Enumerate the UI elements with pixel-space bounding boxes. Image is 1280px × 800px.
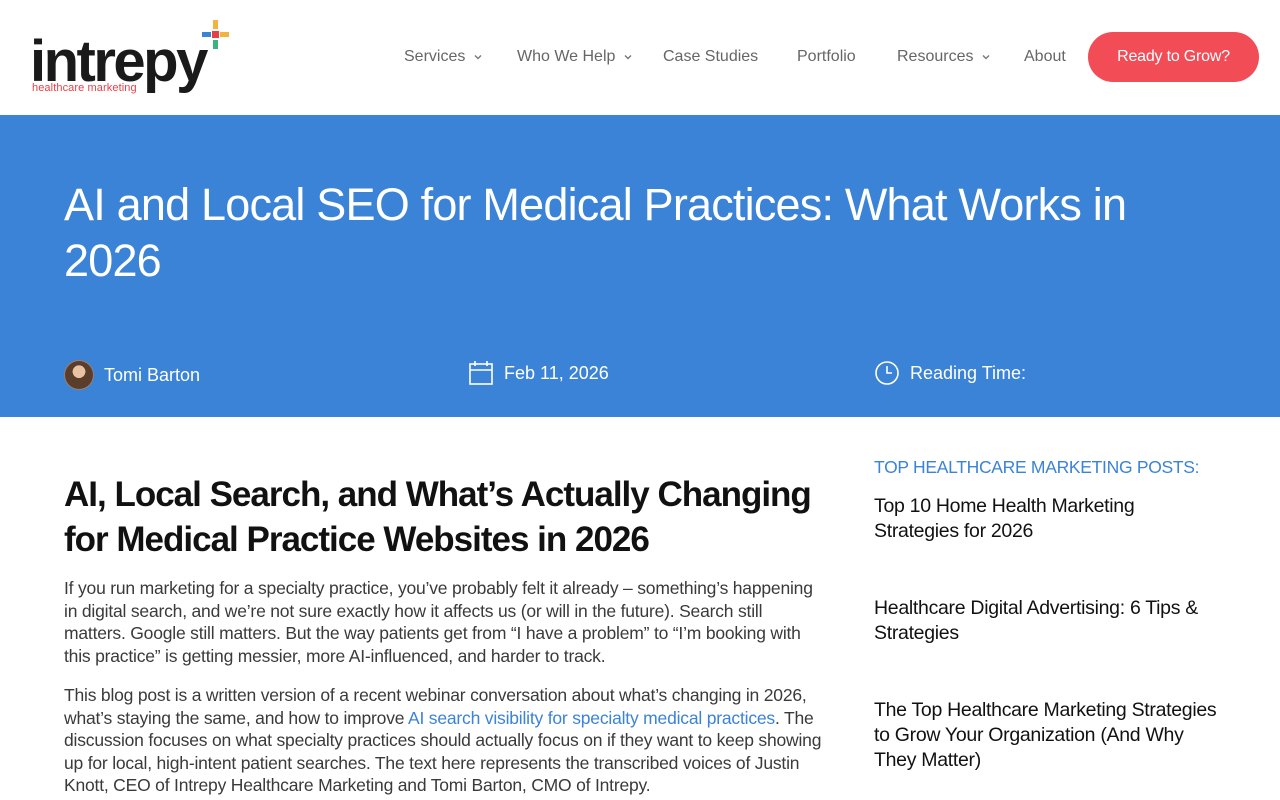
chevron-down-icon (624, 55, 632, 60)
calendar-icon (469, 361, 493, 385)
intrepy-logo[interactable]: intrepy healthcare marketing (30, 18, 240, 98)
nav-resources-label: Resources (897, 48, 974, 65)
page-title: AI and Local SEO for Medical Practices: … (64, 179, 1127, 286)
nav-who-we-help-label: Who We Help (517, 48, 616, 65)
nav-resources[interactable]: Resources (897, 47, 991, 67)
sidebar-post-link[interactable]: Top 10 Home Health Marketing Strategies … (874, 494, 1219, 544)
nav-about-label: About (1024, 48, 1066, 65)
reading-time-label: Reading Time: (910, 362, 1027, 383)
site-header: intrepy healthcare marketing Services Wh… (0, 0, 1280, 115)
nav-case-studies-label: Case Studies (663, 48, 759, 65)
author-name: Tomi Barton (104, 364, 201, 385)
nav-services-label: Services (404, 48, 466, 65)
article-paragraph-1: If you run marketing for a specialty pra… (64, 578, 813, 666)
nav-portfolio-label: Portfolio (797, 48, 856, 65)
hero-banner: AI and Local SEO for Medical Practices: … (0, 115, 1280, 417)
sidebar-heading: TOP HEALTHCARE MARKETING POSTS: (874, 457, 1200, 477)
nav-services[interactable]: Services (404, 47, 483, 67)
reading-time-meta: Reading Time: (874, 360, 1026, 386)
clock-icon (875, 361, 899, 385)
chevron-down-icon (982, 55, 990, 60)
article-heading: AI, Local Search, and What’s Actually Ch… (64, 475, 812, 559)
author-avatar (64, 360, 94, 390)
nav-who-we-help[interactable]: Who We Help (517, 47, 633, 67)
nav-portfolio[interactable]: Portfolio (797, 47, 856, 67)
logo-tagline: healthcare marketing (32, 82, 137, 94)
ready-to-grow-button[interactable]: Ready to Grow? (1088, 32, 1259, 82)
nav-case-studies[interactable]: Case Studies (663, 47, 758, 67)
logo-plus-icon (202, 20, 229, 49)
date-meta: Feb 11, 2026 (468, 360, 609, 386)
sidebar-post-link[interactable]: The Top Healthcare Marketing Strategies … (874, 698, 1219, 773)
author-meta: Tomi Barton (64, 360, 200, 390)
nav-about[interactable]: About (1024, 47, 1066, 67)
post-date: Feb 11, 2026 (504, 362, 609, 383)
sidebar-post-link[interactable]: Healthcare Digital Advertising: 6 Tips &… (874, 596, 1219, 646)
ai-search-visibility-link[interactable]: AI search visibility for specialty medic… (408, 708, 775, 728)
article-paragraph-2: This blog post is a written version of a… (64, 684, 824, 797)
chevron-down-icon (474, 55, 482, 60)
